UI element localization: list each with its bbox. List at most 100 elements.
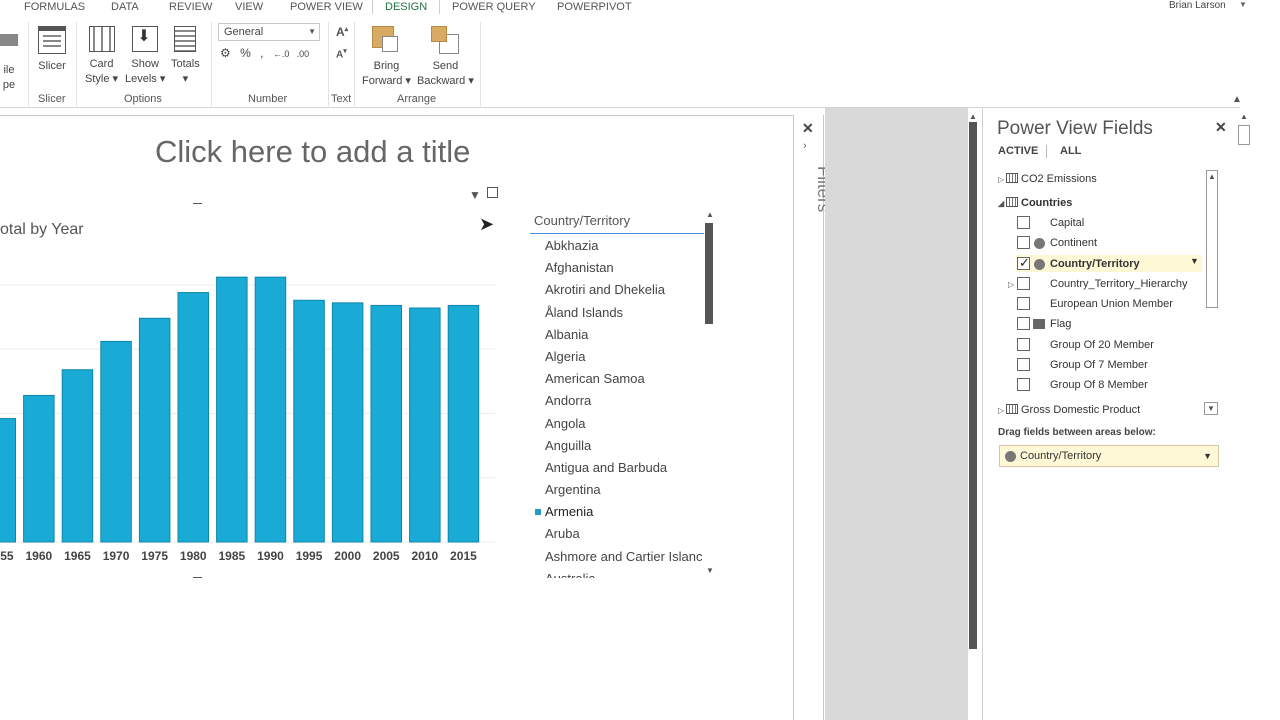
number-format-icons[interactable]: ⚙ % , ←.0 .00 <box>220 46 309 60</box>
slicer-item[interactable]: Akrotiri and Dhekelia <box>530 280 706 302</box>
currency-icon[interactable]: ⚙ <box>220 46 231 60</box>
slicer-item[interactable]: Albania <box>530 325 706 347</box>
decrease-font-icon[interactable]: A▾ <box>336 47 347 60</box>
field-checkbox[interactable] <box>1017 317 1030 330</box>
slicer-item[interactable]: Ashmore and Cartier Islanc <box>530 547 706 569</box>
outer-scroll-up-icon[interactable]: ▲ <box>1240 112 1248 121</box>
tab-review[interactable]: REVIEW <box>169 0 212 14</box>
send-backward-button[interactable]: Send Backward ▾ <box>417 26 474 89</box>
slicer-list[interactable]: Abkhazia Afghanistan Akrotiri and Dhekelia… <box>530 236 706 578</box>
popout-icon[interactable] <box>487 187 498 198</box>
field-dropdown-icon[interactable]: ▼ <box>1190 256 1199 266</box>
field-checkbox[interactable] <box>1017 236 1030 249</box>
chart-bar-1970[interactable] <box>100 340 132 543</box>
table-co2-emissions[interactable]: ▷ CO2 Emissions <box>998 170 1097 188</box>
slicer-item[interactable]: Armenia <box>530 502 706 524</box>
chart-bar-1980[interactable] <box>177 292 209 543</box>
user-name[interactable]: Brian Larson <box>1169 0 1226 11</box>
fields-area-dropzone[interactable]: Country/Territory ▼ <box>999 445 1219 467</box>
slicer-item[interactable]: American Samoa <box>530 369 706 391</box>
tab-all[interactable]: ALL <box>1060 145 1081 157</box>
field-item[interactable]: Capital <box>1050 214 1084 232</box>
field-item[interactable]: Group Of 20 Member <box>1050 336 1154 354</box>
table-countries[interactable]: ◢ Countries <box>998 194 1072 212</box>
slicer-scroll-up-icon[interactable]: ▲ <box>706 210 714 219</box>
expand-icon[interactable]: ▷ <box>998 402 1006 420</box>
tab-powerpivot[interactable]: POWERPIVOT <box>557 0 632 14</box>
expand-icon[interactable]: ▷ <box>1008 275 1016 293</box>
chart-bar-1955[interactable] <box>0 418 16 543</box>
bring-forward-button[interactable]: Bring Forward ▾ <box>362 26 411 89</box>
increase-font-icon[interactable]: A▴ <box>336 25 348 39</box>
tab-power-view[interactable]: POWER VIEW <box>290 0 363 14</box>
bar-chart[interactable]: 1955 1960 1965 1970 1975 1980 1985 1990 1995 2000… <box>0 270 500 570</box>
user-caret-icon[interactable]: ▼ <box>1239 0 1247 9</box>
slicer-item[interactable]: Afghanistan <box>530 258 706 280</box>
tab-design[interactable]: DESIGN <box>372 0 441 14</box>
slicer-item[interactable]: Antigua and Barbuda <box>530 458 706 480</box>
tile-type-button[interactable]: ile pe <box>0 30 18 93</box>
field-item[interactable]: Country_Territory_Hierarchy <box>1050 275 1188 293</box>
field-item[interactable]: European Union Member <box>1050 295 1173 313</box>
slicer-item[interactable]: Anguilla <box>530 436 706 458</box>
field-item[interactable]: Group Of 8 Member <box>1050 376 1148 394</box>
outer-scrollbar[interactable] <box>1236 108 1252 720</box>
close-icon[interactable]: ✕ <box>802 120 814 137</box>
comma-icon[interactable]: , <box>260 46 263 60</box>
chart-bar-1960[interactable] <box>23 394 55 543</box>
chart-bar-1990[interactable] <box>254 276 287 543</box>
number-format-dropdown[interactable]: General ▼ <box>218 23 320 41</box>
field-item[interactable]: Group Of 7 Member <box>1050 356 1148 374</box>
tab-view[interactable]: VIEW <box>235 0 263 14</box>
scroll-up-icon[interactable]: ▲ <box>969 112 977 121</box>
chart-bar-1975[interactable] <box>138 317 171 543</box>
show-levels-button[interactable]: Show Levels ▾ <box>125 26 165 87</box>
field-checkbox[interactable] <box>1017 216 1030 229</box>
slicer-item[interactable]: Argentina <box>530 480 706 502</box>
field-item[interactable]: Country/Territory <box>1050 255 1140 273</box>
slicer-item[interactable]: Algeria <box>530 347 706 369</box>
percent-icon[interactable]: % <box>240 46 251 60</box>
field-checkbox[interactable] <box>1017 378 1030 391</box>
filter-icon[interactable]: ▼ <box>469 188 481 202</box>
chart-resize-handle[interactable] <box>193 203 202 204</box>
tab-power-query[interactable]: POWER QUERY <box>452 0 536 14</box>
slicer-item[interactable]: Åland Islands <box>530 303 706 325</box>
outer-scroll-thumb[interactable] <box>1238 125 1250 145</box>
slicer-item[interactable]: Aruba <box>530 524 706 546</box>
vertical-scrollbar[interactable] <box>969 122 977 649</box>
field-checkbox[interactable] <box>1017 255 1030 271</box>
fields-scroll-up-icon[interactable]: ▲ <box>1208 172 1216 181</box>
table-gross-domestic-product[interactable]: ▷ Gross Domestic Product <box>998 401 1140 419</box>
field-item[interactable]: Continent <box>1050 234 1097 252</box>
field-checkbox[interactable] <box>1017 277 1030 290</box>
chart-bar-1985[interactable] <box>216 276 248 543</box>
title-placeholder[interactable]: Click here to add a title <box>155 134 470 170</box>
slicer-button[interactable]: Slicer <box>38 26 66 74</box>
slicer-item[interactable]: Angola <box>530 414 706 436</box>
field-checkbox[interactable] <box>1017 338 1030 351</box>
slicer-item[interactable]: Abkhazia <box>530 236 706 258</box>
ribbon-collapse-icon[interactable]: ▲ <box>1232 94 1242 105</box>
fields-scroll-down-icon[interactable]: ▼ <box>1204 402 1218 415</box>
expand-icon[interactable]: ▷ <box>998 171 1006 189</box>
field-checkbox[interactable] <box>1017 297 1030 310</box>
slicer-scroll-down-icon[interactable]: ▼ <box>706 566 714 575</box>
fields-scrollbar[interactable] <box>1206 170 1218 308</box>
chart-bar-2010[interactable] <box>409 307 441 543</box>
slicer-item[interactable]: Andorra <box>530 391 706 413</box>
close-icon[interactable]: ✕ <box>1215 119 1227 136</box>
field-item[interactable]: Flag <box>1050 315 1071 333</box>
chart-bar-2000[interactable] <box>331 302 364 543</box>
decrease-decimal-icon[interactable]: .00 <box>297 49 310 59</box>
tab-active[interactable]: ACTIVE <box>998 145 1038 157</box>
chevron-down-icon[interactable]: ▼ <box>1203 446 1212 466</box>
chart-bar-2015[interactable] <box>447 304 480 543</box>
collapse-icon[interactable]: ◢ <box>998 195 1006 213</box>
slicer-item[interactable]: Australia <box>530 569 706 578</box>
tab-data[interactable]: DATA <box>111 0 139 14</box>
chart-bar-1965[interactable] <box>61 369 94 543</box>
slicer-scrollbar[interactable] <box>705 223 713 324</box>
field-checkbox[interactable] <box>1017 358 1030 371</box>
card-style-button[interactable]: Card Style ▾ <box>85 26 118 87</box>
